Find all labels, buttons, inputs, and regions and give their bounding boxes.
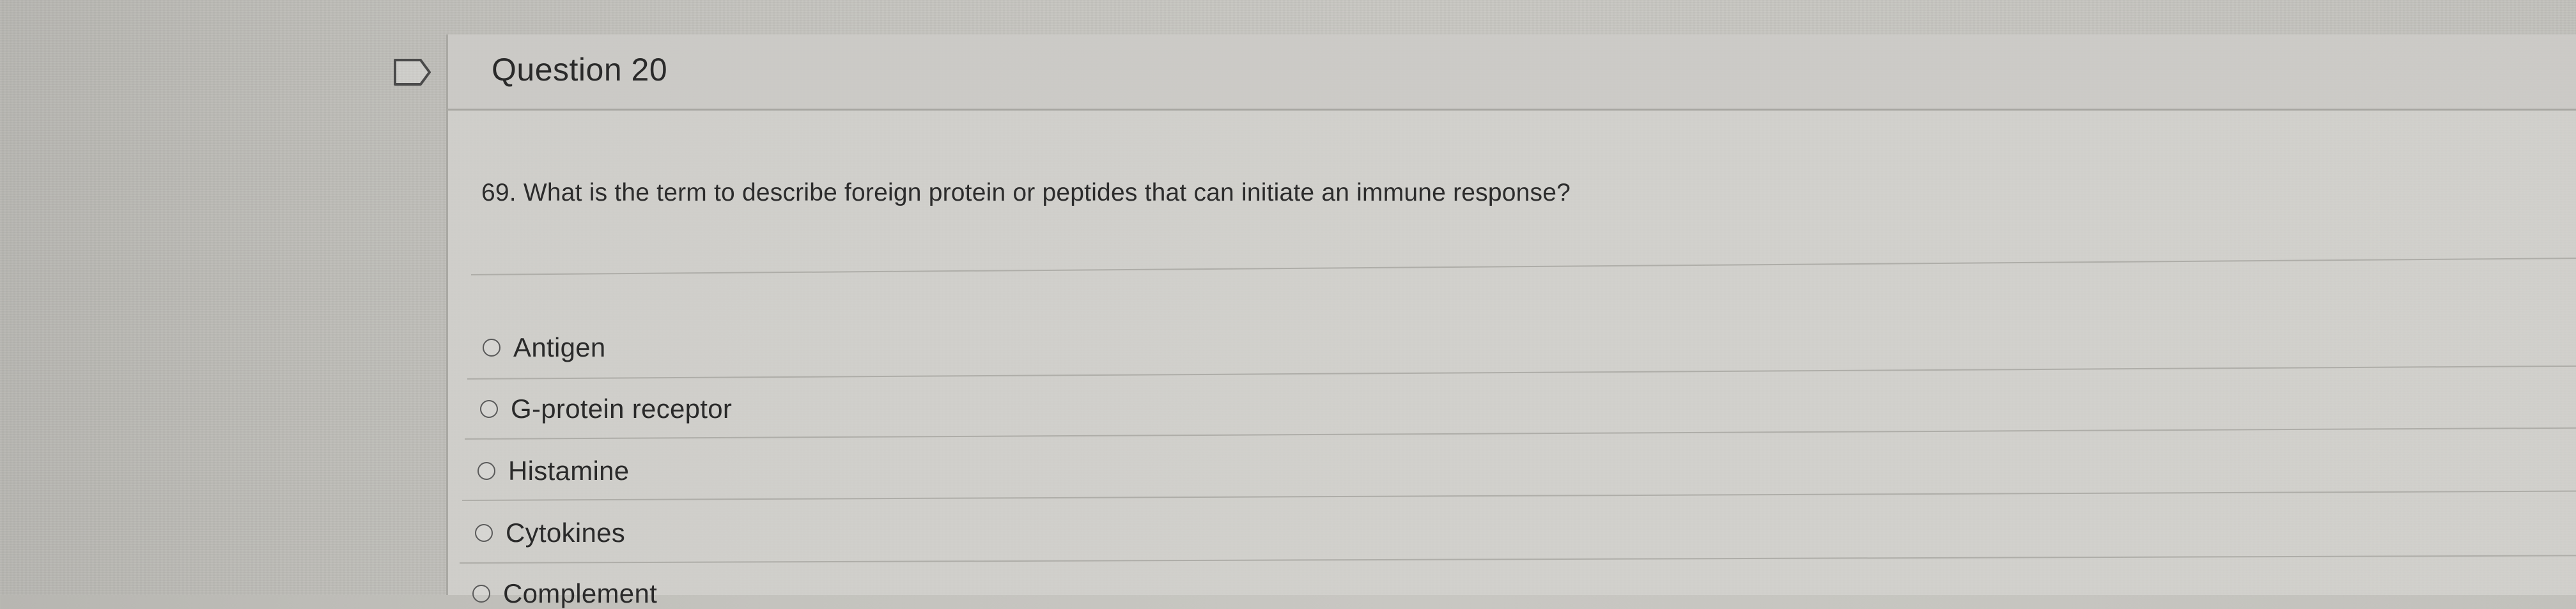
radio-button-icon[interactable] (477, 462, 495, 480)
answer-label: G-protein receptor (511, 394, 733, 424)
question-text: 69. What is the term to describe foreign… (481, 179, 1571, 206)
answer-label: Complement (503, 578, 658, 608)
divider (462, 490, 2576, 501)
answer-option-histamine[interactable]: Histamine (477, 456, 629, 486)
radio-button-icon[interactable] (472, 585, 490, 603)
answer-option-cytokines[interactable]: Cytokines (475, 518, 625, 548)
answer-option-g-protein-receptor[interactable]: G-protein receptor (480, 394, 732, 424)
radio-button-icon[interactable] (475, 524, 493, 542)
divider (470, 258, 2576, 275)
question-header: Question 20 (448, 35, 2576, 111)
flag-question-icon[interactable] (392, 58, 432, 87)
answer-option-complement[interactable]: Complement (472, 578, 657, 609)
answer-label: Antigen (513, 332, 606, 362)
answer-label: Histamine (508, 456, 630, 486)
divider (464, 427, 2576, 440)
radio-button-icon[interactable] (480, 400, 498, 418)
divider (467, 365, 2576, 380)
question-card: Question 20 69. What is the term to desc… (446, 35, 2576, 608)
radio-button-icon[interactable] (483, 339, 500, 357)
answer-option-antigen[interactable]: Antigen (483, 332, 606, 363)
answer-label: Cytokines (506, 518, 626, 548)
question-title: Question 20 (492, 52, 668, 88)
divider (459, 555, 2576, 564)
